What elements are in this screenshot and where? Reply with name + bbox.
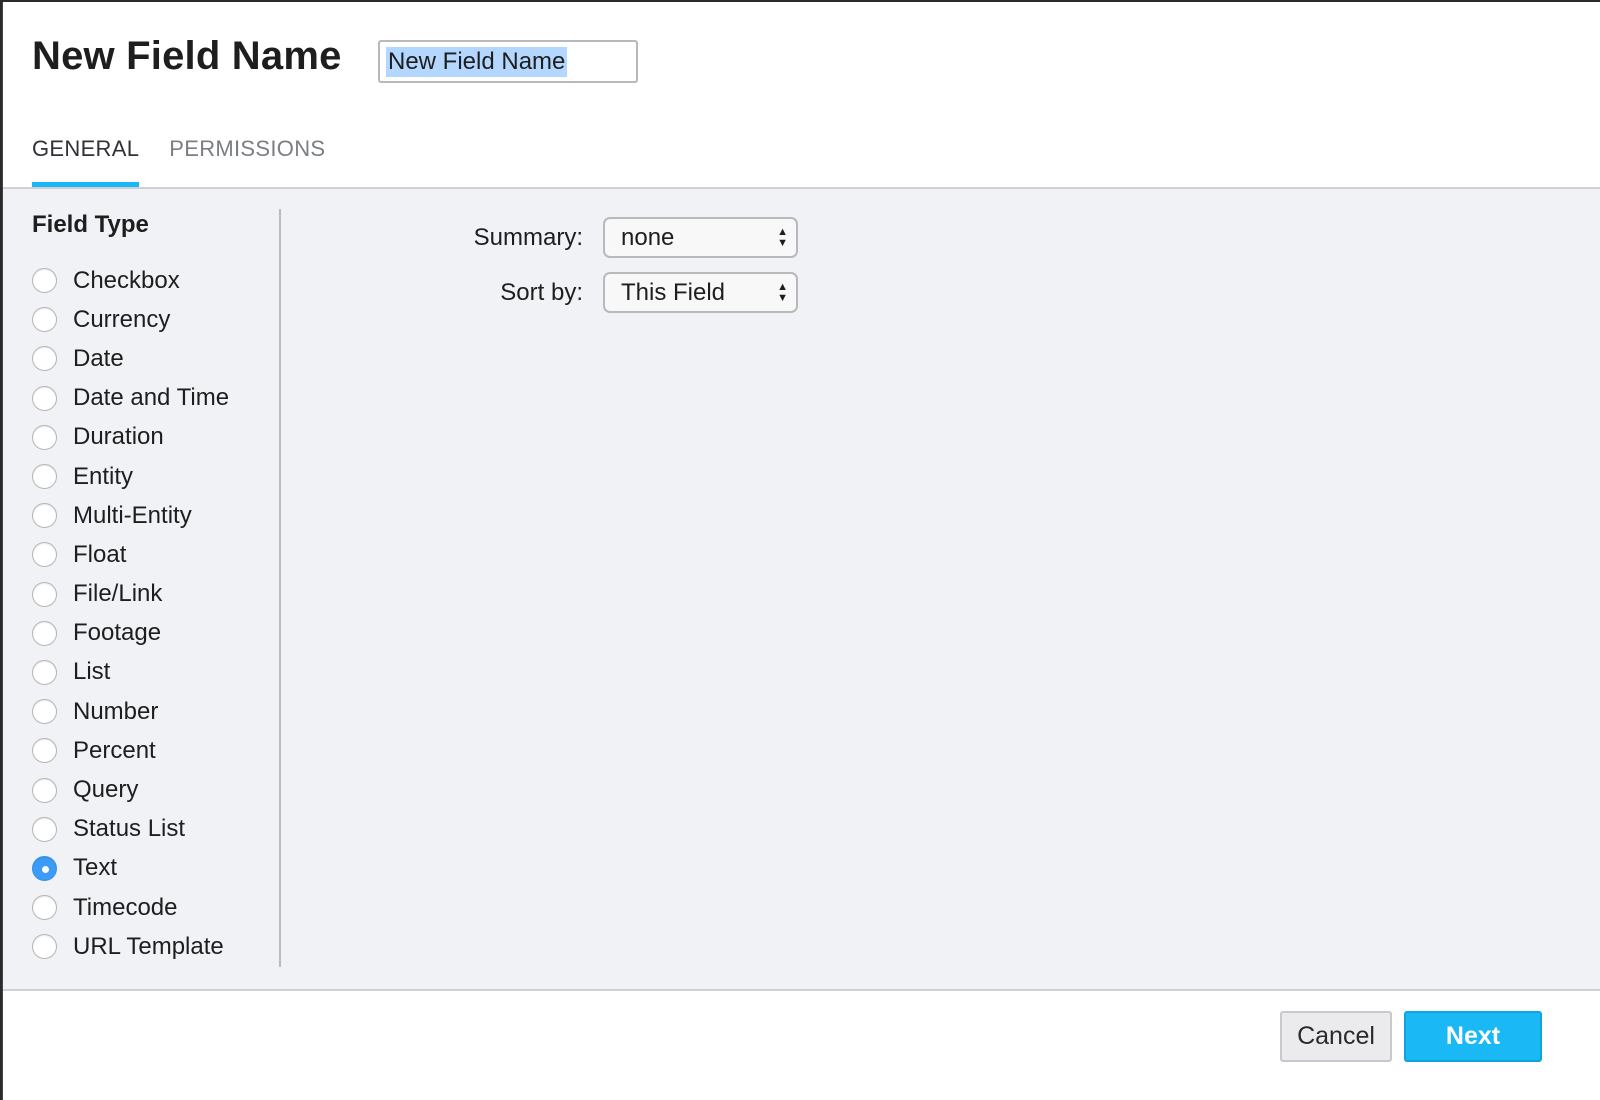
field-type-option[interactable]: Percent (32, 731, 279, 770)
field-type-option-label: Timecode (73, 893, 178, 921)
field-type-option[interactable]: File/Link (32, 575, 279, 614)
radio-unchecked-icon[interactable] (32, 542, 57, 568)
radio-unchecked-icon[interactable] (32, 464, 57, 490)
select-arrows-icon: ▲ ▼ (777, 225, 788, 249)
radio-unchecked-icon[interactable] (32, 307, 57, 333)
select-arrows-icon: ▲ ▼ (777, 280, 788, 304)
field-type-option-label: List (73, 658, 111, 686)
field-name-input[interactable]: New Field Name (378, 40, 638, 83)
radio-unchecked-icon[interactable] (32, 268, 57, 294)
field-type-option[interactable]: URL Template (32, 927, 279, 966)
field-type-option[interactable]: Currency (32, 300, 279, 339)
field-type-option[interactable]: Duration (32, 418, 279, 457)
field-type-option-label: Multi-Entity (73, 501, 192, 529)
field-type-option-label: Query (73, 776, 139, 804)
field-type-option[interactable]: Float (32, 535, 279, 574)
field-type-option[interactable]: Number (32, 692, 279, 731)
field-type-radio-group: Checkbox Currency Date Date and Time Duratio… (32, 261, 279, 966)
field-type-option-label: Date (73, 344, 124, 372)
radio-unchecked-icon[interactable] (32, 503, 57, 529)
field-type-option-label: Duration (73, 423, 164, 451)
dialog-footer: Cancel Next (3, 991, 1600, 1100)
radio-checked-icon[interactable] (32, 855, 57, 881)
field-type-option[interactable]: Multi-Entity (32, 496, 279, 535)
radio-unchecked-icon[interactable] (32, 581, 57, 607)
radio-unchecked-icon[interactable] (32, 934, 57, 960)
field-type-heading: Field Type (32, 211, 149, 238)
field-type-option-label: Date and Time (73, 384, 230, 412)
dialog-title: New Field Name (32, 34, 342, 78)
radio-unchecked-icon[interactable] (32, 385, 57, 411)
radio-unchecked-icon[interactable] (32, 620, 57, 646)
radio-unchecked-icon[interactable] (32, 895, 57, 921)
field-type-option-label: Percent (73, 736, 156, 764)
summary-label: Summary: (473, 223, 583, 251)
next-button[interactable]: Next (1404, 1011, 1542, 1062)
field-type-option-label: File/Link (73, 580, 163, 608)
radio-unchecked-icon[interactable] (32, 777, 57, 803)
summary-row: Summary: none ▲ ▼ (280, 217, 798, 258)
field-type-option[interactable]: List (32, 653, 279, 692)
field-type-option-label: Text (73, 854, 118, 882)
field-type-option[interactable]: Timecode (32, 888, 279, 927)
radio-unchecked-icon[interactable] (32, 659, 57, 685)
radio-unchecked-icon[interactable] (32, 346, 57, 372)
dialog-body: Field Type Checkbox Currency Date Date and … (3, 189, 1600, 989)
summary-select-value: none (621, 223, 675, 251)
tab-general[interactable]: GENERAL (32, 136, 140, 188)
radio-unchecked-icon[interactable] (32, 424, 57, 450)
field-type-option[interactable]: Date (32, 339, 279, 378)
sort-by-select-value: This Field (621, 278, 726, 306)
field-type-option[interactable]: Checkbox (32, 261, 279, 300)
field-type-option-label: Checkbox (73, 266, 180, 294)
new-field-dialog: New Field Name New Field Name GENERAL PE… (2, 2, 1600, 1100)
summary-select[interactable]: none ▲ ▼ (603, 217, 798, 258)
field-name-input-value: New Field Name (386, 46, 568, 77)
field-type-option[interactable]: Footage (32, 614, 279, 653)
sort-by-select[interactable]: This Field ▲ ▼ (603, 272, 798, 313)
field-type-option[interactable]: Status List (32, 810, 279, 849)
dialog-header: New Field Name New Field Name GENERAL PE… (3, 2, 1600, 188)
field-type-option[interactable]: Text (32, 849, 279, 888)
field-type-panel: Field Type Checkbox Currency Date Date and … (32, 209, 281, 967)
radio-unchecked-icon[interactable] (32, 699, 57, 725)
cancel-button[interactable]: Cancel (1280, 1011, 1392, 1062)
field-type-option[interactable]: Date and Time (32, 379, 279, 418)
field-type-option-label: URL Template (73, 932, 224, 960)
radio-unchecked-icon[interactable] (32, 738, 57, 764)
tab-bar: GENERAL PERMISSIONS (32, 136, 355, 188)
tab-permissions[interactable]: PERMISSIONS (169, 136, 325, 188)
field-type-option-label: Currency (73, 305, 171, 333)
field-type-option-label: Status List (73, 815, 186, 843)
field-type-option[interactable]: Query (32, 770, 279, 809)
radio-unchecked-icon[interactable] (32, 816, 57, 842)
field-type-option-label: Float (73, 540, 127, 568)
field-type-option-label: Footage (73, 619, 162, 647)
sort-by-label: Sort by: (500, 278, 583, 306)
sort-by-row: Sort by: This Field ▲ ▼ (280, 272, 798, 313)
field-type-option-label: Number (73, 697, 159, 725)
field-type-option[interactable]: Entity (32, 457, 279, 496)
field-type-option-label: Entity (73, 462, 134, 490)
